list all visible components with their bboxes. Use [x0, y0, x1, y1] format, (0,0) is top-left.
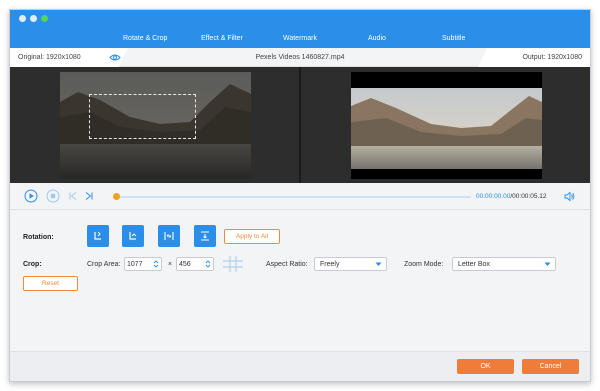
crop-height-input[interactable]: [179, 259, 205, 269]
video-editor-window: Rotate & Crop Effect & Filter Watermark …: [9, 9, 591, 382]
flip-vertical-button[interactable]: [194, 225, 216, 247]
crop-width-input[interactable]: [127, 259, 153, 269]
next-frame-icon[interactable]: [84, 191, 94, 201]
zoom-mode-select[interactable]: Letter Box: [452, 257, 556, 271]
crop-height-stepper-icon[interactable]: [204, 259, 212, 269]
flip-vertical-icon: [201, 231, 209, 241]
total-time: 00:00:05.12: [512, 193, 547, 200]
timeline-thumb[interactable]: [112, 193, 120, 200]
ok-button[interactable]: OK: [457, 359, 514, 374]
original-preview-pane: [10, 67, 299, 183]
play-icon[interactable]: [24, 189, 38, 203]
zoom-mode-value: Letter Box: [458, 261, 490, 268]
volume-icon[interactable]: [564, 191, 575, 202]
tab-effect-filter[interactable]: Effect & Filter: [201, 35, 243, 42]
crop-selection-box[interactable]: [89, 94, 196, 139]
preview-area: [10, 67, 590, 183]
times-sign: ×: [168, 261, 173, 268]
aspect-ratio-select[interactable]: Freely: [314, 257, 387, 271]
crop-width-field[interactable]: [124, 257, 162, 271]
crop-height-field[interactable]: [176, 257, 214, 271]
reset-button[interactable]: Reset: [23, 276, 78, 291]
stop-icon[interactable]: [46, 189, 60, 203]
flip-horizontal-icon: [164, 232, 174, 240]
video-info-bar: Original: 1920x1080 Pexels Videos 146082…: [10, 48, 590, 67]
aspect-ratio-value: Freely: [320, 261, 340, 268]
current-time: 00:00:00.00: [476, 193, 511, 200]
time-display: 00:00:00.00/00:00:05.12: [476, 193, 547, 200]
zoom-mode-label: Zoom Mode:: [404, 261, 444, 268]
tab-audio[interactable]: Audio: [368, 35, 386, 42]
rotate-right-icon: [129, 232, 137, 240]
rotate-left-icon: [94, 231, 101, 240]
center-crop-icon[interactable]: [223, 256, 243, 272]
settings-panel: Rotation: Apply to All Crop: Crop Area: …: [10, 210, 590, 351]
output-video-frame: [351, 72, 542, 179]
title-bar: Rotate & Crop Effect & Filter Watermark …: [10, 10, 590, 48]
flip-horizontal-button[interactable]: [158, 225, 180, 247]
rotate-left-button[interactable]: [87, 225, 109, 247]
minimize-window-button[interactable]: [30, 15, 37, 22]
chevron-down-icon: [544, 262, 551, 266]
playback-controls: 00:00:00.00/00:00:05.12: [10, 183, 590, 210]
cancel-button[interactable]: Cancel: [522, 359, 579, 374]
chevron-down-icon: [375, 262, 382, 266]
apply-to-all-button[interactable]: Apply to All: [224, 229, 280, 244]
tab-watermark[interactable]: Watermark: [283, 35, 317, 42]
output-preview-pane: [301, 67, 590, 183]
output-resolution: Output: 1920x1080: [522, 54, 582, 61]
output-video-image: [351, 88, 542, 169]
file-name: Pexels Videos 1460827.mp4: [255, 54, 345, 61]
action-bar: OK Cancel: [10, 351, 590, 381]
tab-subtitle[interactable]: Subtitle: [442, 35, 465, 42]
previous-frame-icon[interactable]: [68, 191, 78, 201]
rotation-label: Rotation:: [23, 234, 54, 241]
maximize-window-button[interactable]: [41, 15, 48, 22]
aspect-ratio-label: Aspect Ratio:: [266, 261, 308, 268]
crop-width-stepper-icon[interactable]: [152, 259, 160, 269]
editor-tabs: Rotate & Crop Effect & Filter Watermark …: [10, 35, 590, 48]
rotate-right-button[interactable]: [122, 225, 144, 247]
close-window-button[interactable]: [19, 15, 26, 22]
crop-area-label: Crop Area:: [87, 261, 121, 268]
timeline-track[interactable]: [116, 196, 471, 198]
crop-label: Crop:: [23, 261, 42, 268]
tab-rotate-crop[interactable]: Rotate & Crop: [123, 35, 167, 42]
